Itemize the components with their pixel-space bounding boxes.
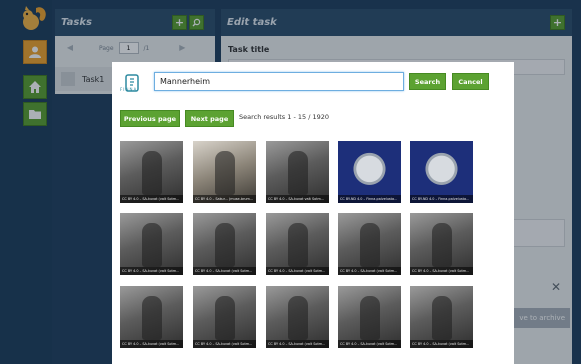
result-thumbnail[interactable]: CC BY 4.0 – Sakur... (muse-brum... (193, 141, 256, 203)
thumbnail-caption: CC BY 4.0 – SA-kuvat (valt Sotm... (338, 340, 401, 348)
result-thumbnail[interactable]: CC BY 4.0 – SA-kuvat (valt Sotm... (266, 213, 329, 275)
result-thumbnail[interactable]: CC BY-ND 4.0 – Finna-palvelusta... (410, 141, 473, 203)
finna-logo-text: FINNA (120, 87, 138, 92)
thumbnail-caption: CC BY 4.0 – SA-kuvat valt Sotm... (266, 195, 329, 203)
result-thumbnail[interactable]: CC BY 4.0 – SA-kuvat (valt Sotm... (120, 141, 183, 203)
thumbnail-caption: CC BY 4.0 – SA-kuvat (valt Sotm... (193, 267, 256, 275)
result-thumbnail[interactable]: CC BY 4.0 – SA-kuvat (valt Sotm... (193, 286, 256, 348)
figure-silhouette (142, 296, 162, 340)
thumbnail-caption: CC BY 4.0 – SA-kuvat (valt Sotm... (120, 267, 183, 275)
previous-page-button[interactable]: Previous page (120, 110, 180, 127)
figure-silhouette (215, 151, 235, 195)
figure-silhouette (432, 296, 452, 340)
result-thumbnail[interactable]: CC BY 4.0 – SA-kuvat (valt Sotm... (338, 213, 401, 275)
figure-silhouette (360, 296, 380, 340)
thumbnail-caption: CC BY 4.0 – SA-kuvat (valt Sotm... (266, 267, 329, 275)
figure-silhouette (215, 223, 235, 267)
result-thumbnail[interactable]: CC BY 4.0 – SA-kuvat (valt Sotm... (338, 286, 401, 348)
cancel-button[interactable]: Cancel (452, 73, 489, 90)
thumbnail-caption: CC BY 4.0 – SA-kuvat (valt Sotm... (266, 340, 329, 348)
thumbnail-caption: CC BY 4.0 – SA-kuvat (valt Sotm... (120, 340, 183, 348)
result-thumbnail[interactable]: CC BY 4.0 – SA-kuvat (valt Sotm... (120, 286, 183, 348)
thumbnail-caption: CC BY-ND 4.0 – Finna-palvelusta... (338, 195, 401, 203)
result-thumbnail[interactable]: CC BY 4.0 – SA-kuvat (valt Sotm... (410, 213, 473, 275)
figure-silhouette (288, 151, 308, 195)
coin-image (410, 141, 473, 203)
figure-silhouette (360, 223, 380, 267)
figure-silhouette (142, 223, 162, 267)
result-thumbnail[interactable]: CC BY 4.0 – SA-kuvat (valt Sotm... (266, 286, 329, 348)
finna-logo-icon (125, 74, 139, 92)
result-thumbnail[interactable]: CC BY 4.0 – SA-kuvat valt Sotm... (266, 141, 329, 203)
result-thumbnail[interactable]: CC BY 4.0 – SA-kuvat (valt Sotm... (193, 213, 256, 275)
result-thumbnail[interactable]: CC BY 4.0 – SA-kuvat (valt Sotm... (120, 213, 183, 275)
thumbnail-caption: CC BY 4.0 – SA-kuvat (valt Sotm... (338, 267, 401, 275)
thumbnail-caption: CC BY 4.0 – SA-kuvat (valt Sotm... (410, 267, 473, 275)
figure-silhouette (432, 223, 452, 267)
finna-search-modal: FINNA Search Cancel Previous page Next p… (112, 62, 514, 364)
figure-silhouette (142, 151, 162, 195)
thumbnail-caption: CC BY 4.0 – SA-kuvat (valt Sotm... (410, 340, 473, 348)
thumbnail-caption: CC BY-ND 4.0 – Finna-palvelusta... (410, 195, 473, 203)
search-results-count: Search results 1 - 15 / 1920 (239, 113, 329, 121)
thumbnail-caption: CC BY 4.0 – SA-kuvat (valt Sotm... (193, 340, 256, 348)
figure-silhouette (215, 296, 235, 340)
figure-silhouette (288, 223, 308, 267)
search-button[interactable]: Search (409, 73, 446, 90)
search-input[interactable] (154, 72, 404, 91)
result-thumbnail[interactable]: CC BY-ND 4.0 – Finna-palvelusta... (338, 141, 401, 203)
thumbnail-caption: CC BY 4.0 – Sakur... (muse-brum... (193, 195, 256, 203)
next-page-button[interactable]: Next page (185, 110, 234, 127)
figure-silhouette (288, 296, 308, 340)
thumbnail-caption: CC BY 4.0 – SA-kuvat (valt Sotm... (120, 195, 183, 203)
result-thumbnail[interactable]: CC BY 4.0 – SA-kuvat (valt Sotm... (410, 286, 473, 348)
coin-image (338, 141, 401, 203)
